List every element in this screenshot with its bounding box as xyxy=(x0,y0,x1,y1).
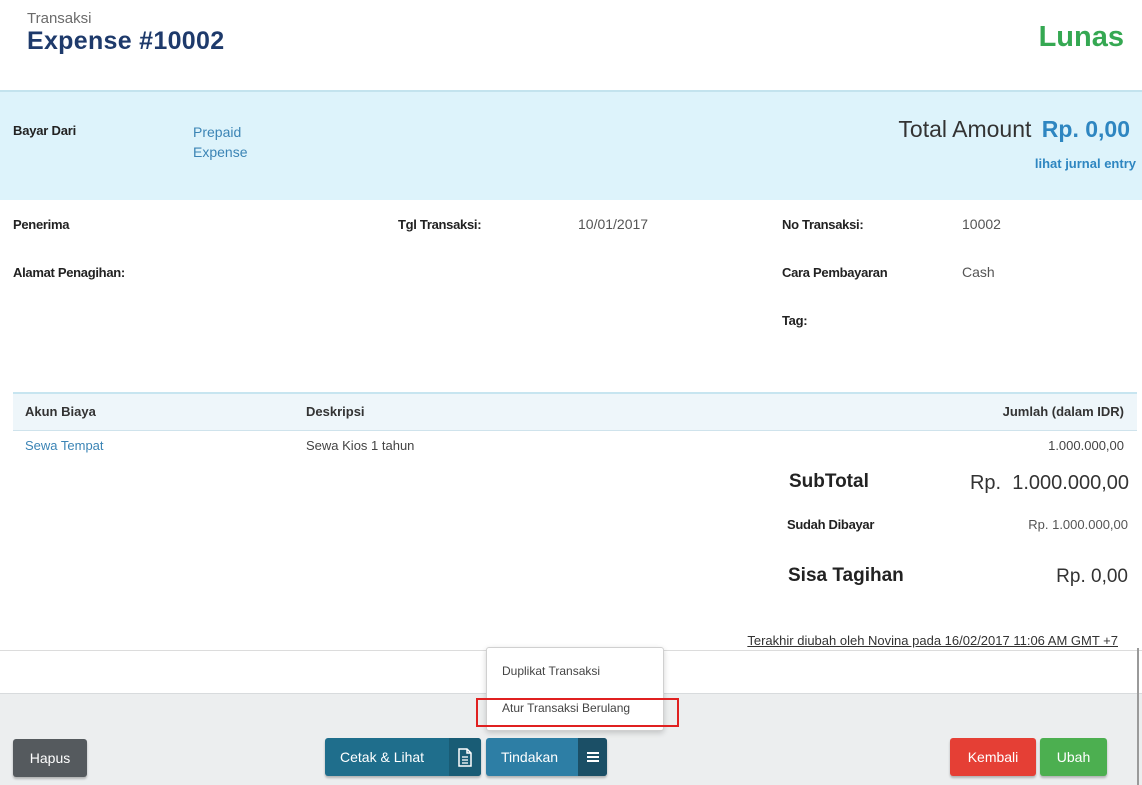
tgl-transaksi-value: 10/01/2017 xyxy=(578,216,649,232)
summary-panel xyxy=(0,90,1142,200)
bayar-dari-label: Bayar Dari xyxy=(13,123,77,138)
subtotal-value: Rp. 1.000.000,00 xyxy=(969,472,1129,494)
col-akun-biaya: Akun Biaya xyxy=(25,404,96,419)
tgl-transaksi-label: Tgl Transaksi: xyxy=(398,217,482,232)
ubah-label: Ubah xyxy=(1056,749,1091,765)
last-modified-link[interactable]: Terakhir diubah oleh Novina pada 16/02/2… xyxy=(747,633,1118,648)
bayar-dari-value-line2: Expense xyxy=(193,144,248,160)
row-jumlah: 1.000.000,00 xyxy=(1048,438,1124,453)
highlight-box xyxy=(476,698,679,727)
status-badge: Lunas xyxy=(1038,21,1124,53)
scrollbar-edge xyxy=(1137,648,1139,785)
jurnal-entry-link[interactable]: lihat jurnal entry xyxy=(1035,156,1136,171)
total-amount: Total Amount Rp. 0,00 xyxy=(898,116,1130,143)
cara-pembayaran-label: Cara Pembayaran xyxy=(782,265,888,280)
sudah-dibayar-value: Rp. 1.000.000,00 xyxy=(1028,517,1128,532)
cetak-lihat-label: Cetak & Lihat xyxy=(340,749,425,765)
col-jumlah: Jumlah (dalam IDR) xyxy=(1002,404,1124,419)
tindakan-label: Tindakan xyxy=(501,749,559,765)
ubah-button[interactable]: Ubah xyxy=(1040,738,1107,776)
tindakan-button[interactable]: Tindakan xyxy=(486,738,607,776)
col-deskripsi: Deskripsi xyxy=(306,404,365,419)
tag-label: Tag: xyxy=(782,313,808,328)
total-amount-value: Rp. 0,00 xyxy=(1041,116,1130,142)
kembali-button[interactable]: Kembali xyxy=(950,738,1036,776)
document-icon xyxy=(449,738,481,776)
alamat-penagihan-label: Alamat Penagihan: xyxy=(13,265,125,280)
kembali-label: Kembali xyxy=(967,749,1019,765)
no-transaksi-label: No Transaksi: xyxy=(782,217,864,232)
table-header xyxy=(13,394,1137,431)
sisa-tagihan-label: Sisa Tagihan xyxy=(788,565,904,586)
sisa-tagihan-value: Rp. 0,00 xyxy=(1056,566,1128,587)
cara-pembayaran-value: Cash xyxy=(962,264,995,280)
menu-icon xyxy=(578,738,607,776)
penerima-label: Penerima xyxy=(13,217,70,232)
no-transaksi-value: 10002 xyxy=(962,216,1001,232)
hapus-button-label: Hapus xyxy=(29,750,71,766)
sudah-dibayar-label: Sudah Dibayar xyxy=(787,517,875,532)
total-amount-label: Total Amount xyxy=(898,116,1032,142)
bayar-dari-value-line1: Prepaid xyxy=(193,124,242,140)
bayar-dari-link[interactable]: Prepaid Expense xyxy=(193,122,273,162)
page-title: Expense #10002 xyxy=(27,27,225,55)
cetak-lihat-button[interactable]: Cetak & Lihat xyxy=(325,738,481,776)
page-subtitle: Transaksi xyxy=(27,10,92,27)
row-deskripsi: Sewa Kios 1 tahun xyxy=(306,438,415,453)
row-akun-link[interactable]: Sewa Tempat xyxy=(25,438,104,453)
hapus-button[interactable]: Hapus xyxy=(13,739,87,777)
menu-item-duplikat[interactable]: Duplikat Transaksi xyxy=(502,664,600,678)
subtotal-label: SubTotal xyxy=(789,471,869,492)
